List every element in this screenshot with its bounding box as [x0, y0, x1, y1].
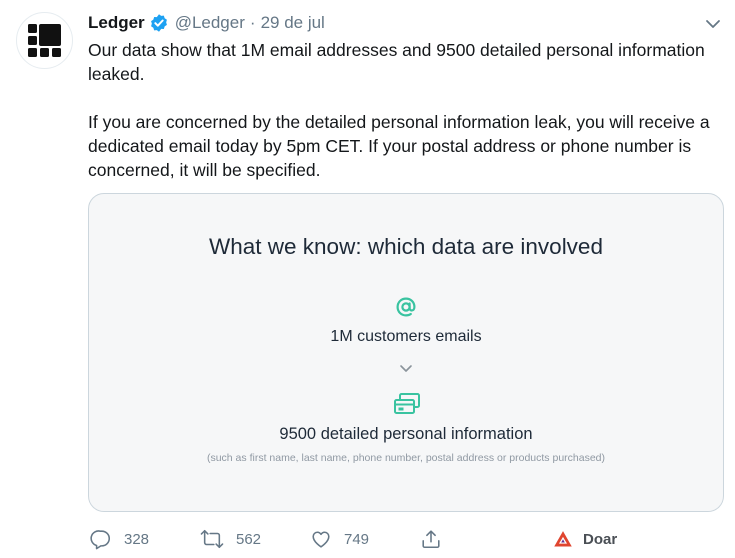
emails-label: 1M customers emails — [330, 328, 482, 345]
heart-icon — [312, 531, 330, 548]
retweet-icon — [200, 529, 224, 549]
at-sign-icon — [396, 297, 416, 317]
donate-button[interactable]: Doar — [553, 526, 617, 552]
reply-count: 328 — [124, 530, 150, 548]
detailed-info-note: (such as first name, last name, phone nu… — [206, 452, 606, 464]
tweet-paragraph: If you are concerned by the detailed per… — [88, 112, 710, 180]
donate-label: Doar — [583, 530, 618, 548]
tweet-text: Our data show that 1M email addresses an… — [88, 38, 724, 182]
author-handle[interactable]: @Ledger — [175, 13, 245, 33]
ledger-logo-icon — [28, 24, 61, 57]
reply-button[interactable]: 328 — [90, 526, 149, 552]
reply-icon — [90, 530, 110, 550]
chevron-down-icon — [400, 365, 412, 372]
chevron-down-icon[interactable] — [703, 14, 723, 34]
retweet-count: 562 — [236, 530, 262, 548]
media-card[interactable]: What we know: which data are involved 1M… — [88, 193, 724, 512]
tweet-actions: 328 562 749 Doar — [88, 526, 728, 552]
retweet-button[interactable]: 562 — [200, 526, 261, 552]
brave-triangle-icon — [554, 531, 572, 547]
share-button[interactable] — [420, 526, 454, 552]
tweet-header: Ledger @Ledger · 29 de jul — [88, 12, 325, 34]
tweet-date[interactable]: 29 de jul — [261, 13, 325, 33]
share-icon — [422, 530, 440, 549]
verified-badge-icon — [149, 13, 169, 33]
header-separator: · — [249, 13, 256, 32]
id-cards-icon — [394, 393, 420, 414]
author-name[interactable]: Ledger — [88, 13, 145, 33]
like-count: 749 — [344, 530, 370, 548]
avatar[interactable] — [16, 12, 73, 69]
card-title: What we know: which data are involved — [209, 234, 603, 259]
like-button[interactable]: 749 — [310, 526, 369, 552]
tweet-paragraph: Our data show that 1M email addresses an… — [88, 40, 705, 84]
detailed-info-label: 9500 detailed personal information — [279, 425, 533, 443]
